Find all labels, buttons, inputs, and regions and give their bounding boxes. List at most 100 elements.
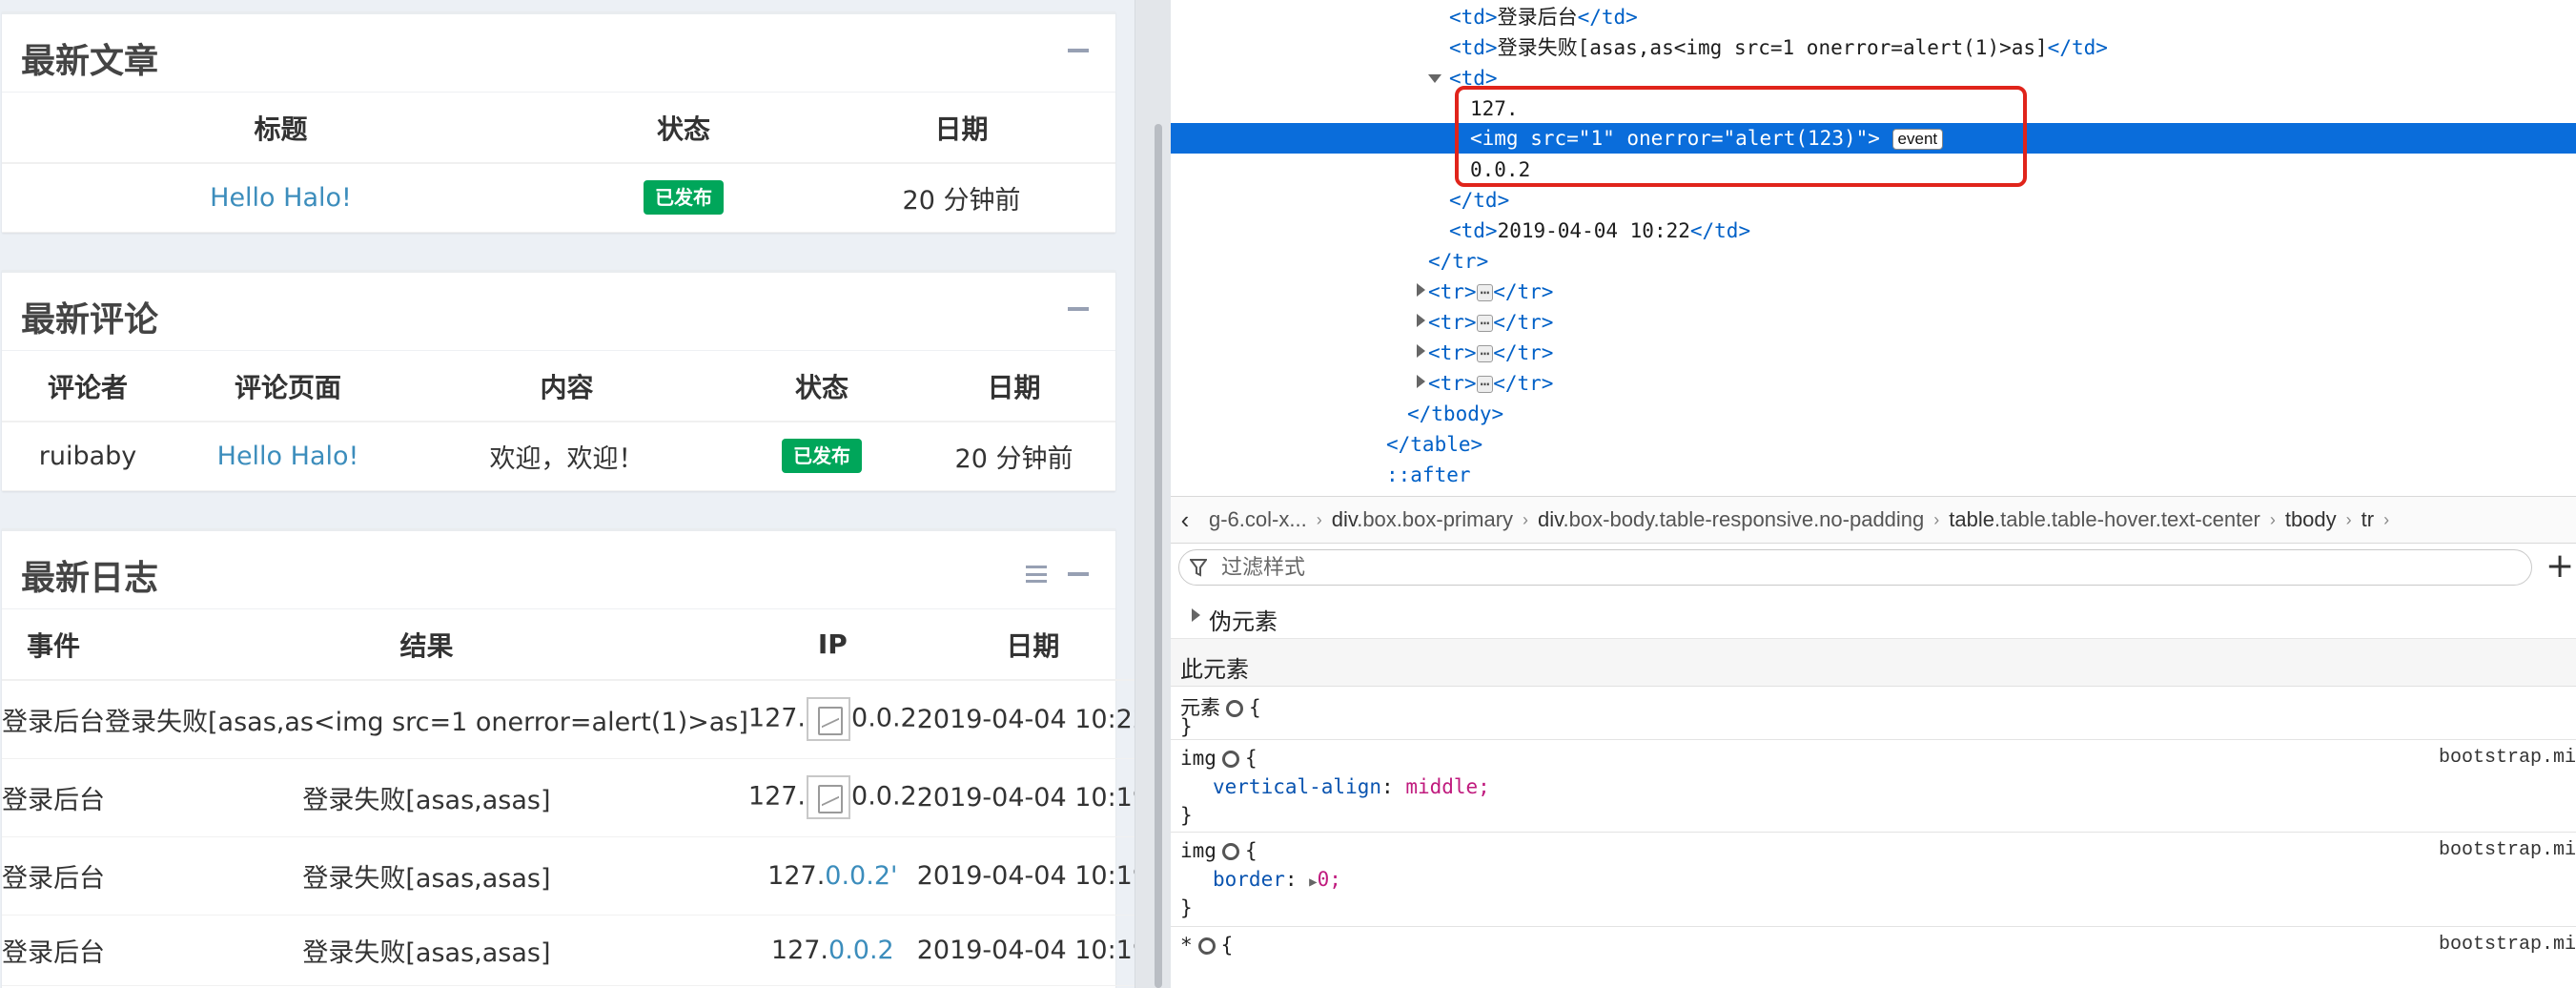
log-event: 登录后台 <box>2 758 105 837</box>
css-rule[interactable]: 元素{ } <box>1171 687 2576 740</box>
column-header[interactable]: 状态 <box>731 351 912 422</box>
box-title: 最新日志 <box>21 559 159 598</box>
rule-selector-text: img <box>1180 747 1216 770</box>
rule-source-link[interactable]: bootstrap.mi <box>2439 747 2576 769</box>
breadcrumb-back-icon[interactable]: ‹ <box>1171 505 1199 535</box>
status-badge: 已发布 <box>782 439 862 474</box>
list-icon[interactable] <box>1026 566 1047 583</box>
expand-toggle-icon[interactable] <box>1192 608 1200 622</box>
code-line-tr-collapsed[interactable]: <tr> ⋯ </tr> <box>1428 338 1553 368</box>
column-header[interactable]: 标题 <box>2 93 560 164</box>
column-header[interactable]: 评论者 <box>2 351 174 422</box>
column-header[interactable]: 评论页面 <box>174 351 402 422</box>
column-header[interactable]: 日期 <box>808 93 1115 164</box>
pseudo-elements-section[interactable]: 伪元素 <box>1171 591 2576 639</box>
code-line-td-result[interactable]: <td>登录失败[asas,as<img src=1 onerror=alert… <box>1449 32 2108 63</box>
ip-link[interactable]: 0.0.2' <box>825 861 897 891</box>
devtools-inspector: <td>登录后台</td> <td>登录失败[asas,as<img src=1… <box>1171 0 2576 988</box>
column-header[interactable]: 日期 <box>916 609 1135 681</box>
breadcrumb-item[interactable]: div.box-body.table-responsive.no-padding <box>1528 507 1933 532</box>
code-line-td-close[interactable]: </td> <box>1449 185 1509 216</box>
css-rule[interactable]: *{ bootstrap.mi <box>1171 928 2576 988</box>
code-line-td-date[interactable]: <td>2019-04-04 10:22</td> <box>1449 216 1750 246</box>
latest-comments-box: 最新评论 评论者 评论页面 内容 状态 日期 ruibaby Hello Hal… <box>2 270 1115 491</box>
ip-part: 0.0.2 <box>851 703 917 733</box>
breadcrumb-item[interactable]: tr <box>2352 507 2383 532</box>
css-rule[interactable]: img{ bootstrap.mi vertical-align: middle… <box>1171 741 2576 833</box>
scrollbar-thumb[interactable] <box>1155 124 1162 988</box>
filter-styles-input[interactable]: 过滤样式 <box>1178 549 2532 586</box>
ip-part: 0.0.2 <box>851 781 917 812</box>
code-line-td-event[interactable]: <td>登录后台</td> <box>1449 2 1638 32</box>
date-cell: 2019-04-04 10:22 <box>916 680 1135 759</box>
table-row: 登录后台 登录失败[asas,asas] 127. 0.0.2 2019-04-0… <box>2 758 1135 837</box>
expand-toggle-icon[interactable] <box>1428 74 1441 83</box>
log-event: 登录后台 <box>2 680 105 759</box>
gear-icon[interactable] <box>1221 843 1239 860</box>
code-line-tr-collapsed[interactable]: <tr> ⋯ </tr> <box>1428 307 1553 338</box>
css-declaration[interactable]: vertical-align: middle; <box>1213 775 1490 798</box>
gear-icon[interactable] <box>1221 751 1239 768</box>
gear-icon[interactable] <box>1226 700 1243 717</box>
code-line-tr-collapsed[interactable]: <tr> ⋯ </tr> <box>1428 277 1553 307</box>
log-result: 登录失败[asas,asas] <box>105 758 748 837</box>
expand-toggle-icon[interactable] <box>1417 283 1425 297</box>
css-declaration[interactable]: border: ▶0; <box>1213 868 1341 891</box>
log-result: 登录失败[asas,asas] <box>105 915 748 986</box>
collapse-button[interactable] <box>1068 307 1089 311</box>
comment-content: 欢迎，欢迎！ <box>402 422 731 491</box>
ip-link[interactable]: 0.0.2 <box>828 936 894 965</box>
column-header[interactable]: 内容 <box>402 351 731 422</box>
broken-image-icon <box>807 775 851 819</box>
articles-table: 标题 状态 日期 Hello Halo! 已发布 20 分钟前 <box>2 93 1115 233</box>
code-line-tr-close[interactable]: </tr> <box>1428 246 1488 277</box>
rule-source-link[interactable]: bootstrap.mi <box>2439 839 2576 861</box>
column-header[interactable]: IP <box>747 609 917 681</box>
expand-toggle-icon[interactable] <box>1417 344 1425 358</box>
box-title: 最新文章 <box>21 42 159 81</box>
ip-part: 127. <box>747 703 807 733</box>
gear-icon[interactable] <box>1197 937 1216 955</box>
expand-toggle-icon[interactable] <box>1417 314 1425 327</box>
column-header[interactable]: 日期 <box>912 351 1115 422</box>
table-row: Hello Halo! 已发布 20 分钟前 <box>2 163 1115 233</box>
log-event: 登录后台 <box>2 836 105 916</box>
breadcrumb-separator-icon: › <box>2383 509 2390 529</box>
code-line-tr-collapsed[interactable]: <tr> ⋯ </tr> <box>1428 368 1553 399</box>
breadcrumb-item[interactable]: table.table.table-hover.text-center <box>1939 507 2270 532</box>
breadcrumb-item[interactable]: g-6.col-x... <box>1199 507 1317 532</box>
rule-selector-text: img <box>1180 839 1216 862</box>
rule-selector-text: * <box>1180 934 1193 957</box>
collapse-button[interactable] <box>1068 49 1089 52</box>
rule-source-link[interactable]: bootstrap.mi <box>2439 934 2576 956</box>
table-row: 登录后台 登录失败[asas,as<img src=1 onerror=aler… <box>2 680 1135 759</box>
ip-part: 127. <box>767 860 826 891</box>
rule-close-brace: } <box>1180 804 1193 827</box>
column-header[interactable]: 状态 <box>560 93 808 164</box>
box-tools <box>1026 566 1089 583</box>
comment-page-link[interactable]: Hello Halo! <box>217 442 359 471</box>
style-filter-row: 过滤样式 + <box>1171 544 2576 591</box>
log-ip: 127.0.0.2 <box>747 915 917 986</box>
rule-close-brace: } <box>1180 896 1193 919</box>
admin-dashboard: 最新文章 标题 状态 日期 Hello Halo! 已发布 20 分钟前 最新评… <box>0 0 1135 988</box>
expand-toggle-icon[interactable] <box>1417 375 1425 388</box>
page-scrollbar[interactable] <box>1135 0 1171 988</box>
rule-close-brace: } <box>1180 715 1193 738</box>
breadcrumb-item[interactable]: div.box.box-primary <box>1322 507 1523 532</box>
code-line-tbody-close[interactable]: </tbody> <box>1407 399 1503 429</box>
box-tools <box>1068 49 1089 52</box>
breadcrumb-item[interactable]: tbody <box>2276 507 2346 532</box>
filter-icon <box>1190 559 1207 577</box>
article-link[interactable]: Hello Halo! <box>210 183 352 213</box>
css-rule[interactable]: img{ bootstrap.mi border: ▶0; } <box>1171 834 2576 927</box>
code-line-after-pseudo[interactable]: ::after <box>1386 460 1471 490</box>
ip-part: 127. <box>770 935 829 965</box>
comment-author: ruibaby <box>2 422 174 491</box>
collapse-button[interactable] <box>1068 572 1089 576</box>
status-badge: 已发布 <box>644 180 724 216</box>
add-rule-button[interactable]: + <box>2545 549 2574 584</box>
code-line-table-close[interactable]: </table> <box>1386 429 1482 460</box>
column-header[interactable]: 结果 <box>105 609 748 681</box>
column-header[interactable]: 事件 <box>2 609 105 681</box>
